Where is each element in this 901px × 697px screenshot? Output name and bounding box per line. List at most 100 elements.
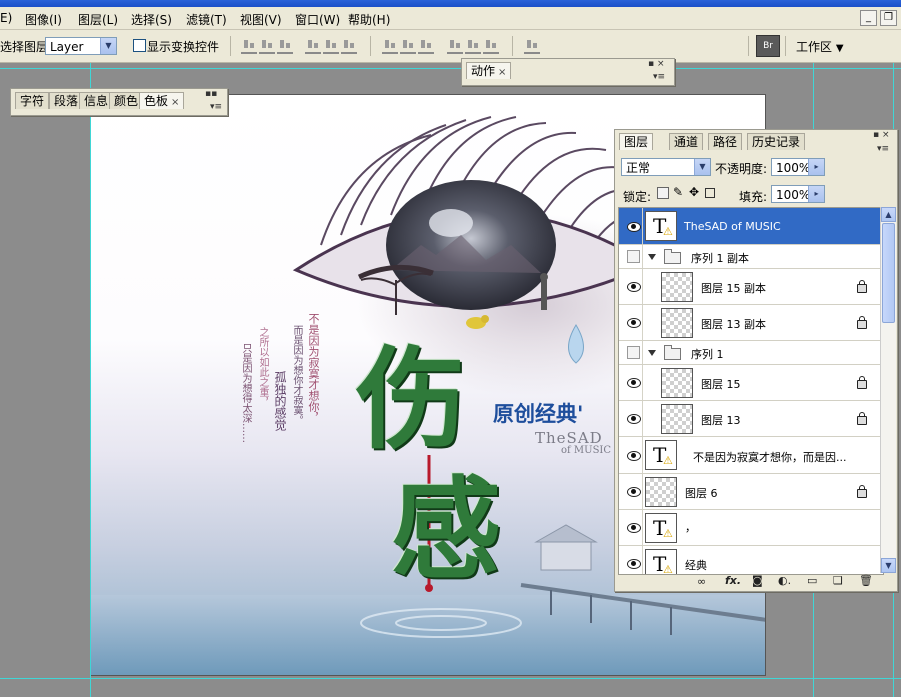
layer-group-row[interactable]: 序列 1: [619, 341, 883, 365]
tab-info[interactable]: 信息: [79, 92, 114, 109]
blend-mode-select[interactable]: 正常 ▼: [621, 158, 711, 176]
visibility-off-icon[interactable]: [627, 346, 640, 359]
lock-icon: [857, 316, 867, 329]
layer-name: 图层 15 副本: [701, 282, 766, 295]
restore-button[interactable]: ❐: [880, 10, 897, 26]
eye-icon[interactable]: [627, 414, 641, 424]
expand-triangle-icon[interactable]: [648, 350, 656, 356]
menu-layer[interactable]: 图层(L): [78, 11, 118, 28]
distribute-right-icon[interactable]: [483, 38, 499, 54]
tab-paragraph[interactable]: 段落: [49, 92, 84, 109]
align-bottom-icon[interactable]: [277, 38, 293, 54]
eye-icon[interactable]: [627, 523, 641, 533]
lock-label: 锁定:: [623, 190, 652, 204]
lock-icon: [857, 485, 867, 498]
guide-line: [0, 68, 901, 69]
distribute-top-icon[interactable]: [382, 38, 398, 54]
layer-select[interactable]: Layer ▼: [45, 37, 117, 55]
tab-channels[interactable]: 通道: [669, 133, 704, 150]
trash-icon[interactable]: 🗑: [859, 574, 873, 587]
menu-select[interactable]: 选择(S): [131, 11, 172, 28]
align-right-icon[interactable]: [341, 38, 357, 54]
eye-icon[interactable]: [627, 487, 641, 497]
lock-pixels-icon[interactable]: ✎: [673, 185, 683, 199]
layer-group-row[interactable]: 序列 1 副本: [619, 245, 883, 269]
eye-icon[interactable]: [627, 318, 641, 328]
chevron-right-icon[interactable]: ▸: [808, 159, 824, 175]
menu-image[interactable]: 图像(I): [25, 11, 62, 28]
eye-icon[interactable]: [627, 451, 641, 461]
new-layer-icon[interactable]: ❑: [833, 574, 843, 587]
tab-character[interactable]: 字符: [15, 92, 50, 109]
distribute-left-icon[interactable]: [447, 38, 463, 54]
tab-swatches[interactable]: 色板 ×: [139, 92, 185, 109]
tab-actions[interactable]: 动作 ×: [466, 62, 512, 79]
align-left-icon[interactable]: [305, 38, 321, 54]
layer-name: 序列 1: [691, 348, 724, 361]
distribute-bottom-icon[interactable]: [418, 38, 434, 54]
auto-align-icon[interactable]: [524, 38, 540, 54]
add-mask-icon[interactable]: ◙: [752, 574, 763, 587]
eye-icon[interactable]: [627, 559, 641, 569]
workspace-menu[interactable]: 工作区 ▼: [796, 38, 844, 55]
distribute-vcenter-icon[interactable]: [400, 38, 416, 54]
panel-minimize-icon[interactable]: ▪ ×: [648, 59, 665, 69]
chevron-right-icon[interactable]: ▸: [808, 186, 824, 202]
panel-menu-icon[interactable]: ▾≡: [653, 72, 665, 82]
expand-triangle-icon[interactable]: [648, 254, 656, 260]
close-icon[interactable]: ×: [498, 67, 506, 78]
layer-style-icon[interactable]: fx.: [725, 574, 741, 587]
align-hcenter-icon[interactable]: [323, 38, 339, 54]
lock-transparent-icon[interactable]: [657, 187, 669, 199]
character-panel: 字符 段落 信息 颜色 色板 × ▪▪ ▾≡: [10, 88, 228, 116]
layers-scrollbar[interactable]: ▲ ▼: [880, 207, 896, 573]
layer-row[interactable]: 图层 13 副本: [619, 305, 883, 341]
layer-row[interactable]: T ⚠ 不是因为寂寞才想你，而是因...: [619, 437, 883, 474]
layer-name: 图层 13 副本: [701, 318, 766, 331]
panel-menu-icon[interactable]: ▾≡: [210, 102, 222, 112]
lock-position-icon[interactable]: ✥: [689, 185, 699, 199]
poem-column-3: 孤独的感觉: [273, 371, 287, 431]
poem-column-4: 之所以如此之重，: [257, 327, 268, 407]
minimize-button[interactable]: _: [860, 10, 877, 26]
layer-row[interactable]: 图层 13: [619, 401, 883, 437]
scroll-down-icon[interactable]: ▼: [881, 558, 896, 573]
eye-icon[interactable]: [627, 282, 641, 292]
align-top-icon[interactable]: [241, 38, 257, 54]
tab-layers[interactable]: 图层: [619, 133, 654, 150]
menu-help[interactable]: 帮助(H): [348, 11, 390, 28]
tab-color[interactable]: 颜色: [109, 92, 144, 109]
eye-icon[interactable]: [627, 222, 641, 232]
layer-row[interactable]: T ⚠ TheSAD of MUSIC: [619, 208, 883, 245]
original-classic-badge: 原创经典': [493, 402, 584, 426]
link-layers-icon[interactable]: ∞: [697, 575, 706, 588]
tab-paths[interactable]: 路径: [708, 133, 743, 150]
opacity-input[interactable]: 100% ▸: [771, 158, 825, 176]
menu-edit-fragment[interactable]: E): [0, 11, 12, 25]
tab-history[interactable]: 历史记录: [747, 133, 806, 150]
panel-menu-icon[interactable]: ▾≡: [877, 144, 889, 154]
visibility-off-icon[interactable]: [627, 250, 640, 263]
bridge-icon[interactable]: Br: [756, 35, 780, 57]
menu-window[interactable]: 窗口(W): [295, 11, 340, 28]
eye-icon[interactable]: [627, 378, 641, 388]
fill-input[interactable]: 100% ▸: [771, 185, 825, 203]
menu-view[interactable]: 视图(V): [240, 11, 282, 28]
adjustment-layer-icon[interactable]: ◐.: [778, 574, 791, 587]
layer-row[interactable]: 图层 15: [619, 365, 883, 401]
show-transform-checkbox[interactable]: [133, 39, 146, 52]
layer-row[interactable]: 图层 15 副本: [619, 269, 883, 305]
lock-all-icon[interactable]: [705, 188, 715, 198]
scroll-thumb[interactable]: [882, 223, 895, 323]
scroll-up-icon[interactable]: ▲: [881, 207, 896, 222]
layer-row[interactable]: 图层 6: [619, 474, 883, 510]
align-vcenter-icon[interactable]: [259, 38, 275, 54]
panel-minimize-icon[interactable]: ▪▪: [205, 89, 217, 99]
distribute-hcenter-icon[interactable]: [465, 38, 481, 54]
layer-row[interactable]: T ⚠ ，: [619, 510, 883, 546]
new-group-icon[interactable]: ▭: [807, 574, 817, 587]
close-icon[interactable]: ×: [171, 97, 179, 108]
panel-minimize-icon[interactable]: ▪ ×: [873, 130, 890, 140]
layer-row[interactable]: T ⚠ 经典: [619, 546, 883, 574]
menu-filter[interactable]: 滤镜(T): [186, 11, 227, 28]
